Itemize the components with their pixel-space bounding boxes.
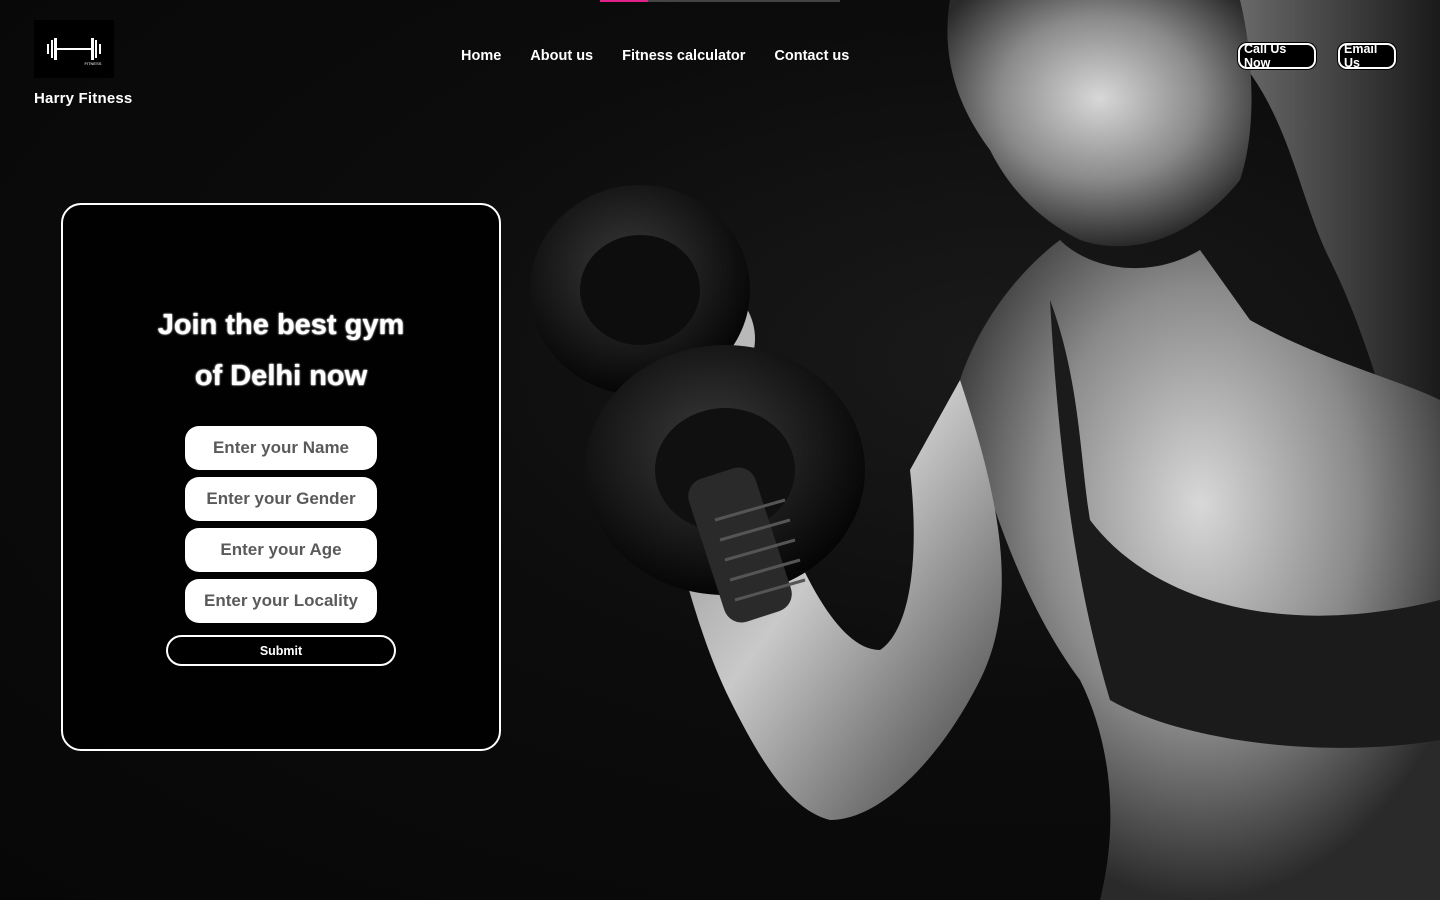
name-input[interactable] — [185, 426, 377, 470]
submit-button[interactable]: Submit — [166, 635, 396, 666]
nav-home[interactable]: Home — [461, 46, 501, 66]
nav-about-us[interactable]: About us — [530, 46, 593, 66]
nav-contact-us[interactable]: Contact us — [774, 46, 849, 66]
landing-page: FITNESS Harry Fitness Home About us Fitn… — [0, 0, 1440, 900]
locality-input[interactable] — [185, 579, 377, 623]
email-us-button[interactable]: Email Us — [1338, 42, 1396, 70]
form-title: Join the best gym of Delhi now — [0, 300, 562, 402]
form-title-line-2: of Delhi now — [194, 360, 368, 392]
barbell-logo-icon: FITNESS — [47, 38, 102, 66]
call-us-button[interactable]: Call Us Now — [1238, 42, 1316, 70]
gender-input[interactable] — [185, 477, 377, 521]
logo-caption: FITNESS — [85, 61, 102, 66]
form-title-line-1: Join the best gym — [157, 309, 405, 341]
main-nav: Home About us Fitness calculator Contact… — [461, 46, 849, 66]
brand-name: Harry Fitness — [34, 90, 133, 107]
top-accent-bar — [600, 0, 840, 2]
top-accent-highlight — [600, 0, 648, 2]
site-logo[interactable]: FITNESS — [34, 20, 114, 78]
age-input[interactable] — [185, 528, 377, 572]
nav-fitness-calculator[interactable]: Fitness calculator — [622, 46, 745, 66]
